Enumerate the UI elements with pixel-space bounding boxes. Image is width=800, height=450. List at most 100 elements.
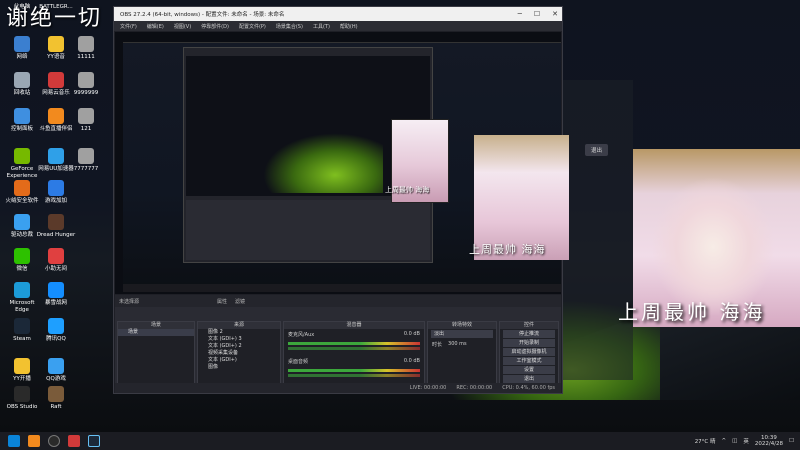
control-button[interactable]: 工作室模式	[503, 357, 555, 365]
transitions-header: 转场特效	[428, 322, 496, 329]
music-icon	[48, 72, 64, 88]
desktop-icon[interactable]: 9999999	[66, 72, 106, 97]
source-properties-bar: 未选择源 属性 滤镜	[115, 295, 561, 307]
desktop-icon[interactable]: QQ游戏	[36, 358, 76, 383]
desktop-icon-label: 121	[80, 126, 92, 132]
mixer-meter	[288, 347, 420, 350]
desktop-icon[interactable]: 腾讯QQ	[36, 318, 76, 343]
nested-desktop-capture: 上周最帅 海海 上周最帅 海海	[123, 42, 569, 292]
game-plus-icon	[48, 180, 64, 196]
weather-text[interactable]: 27°C 晴	[695, 437, 716, 445]
taskbar: 27°C 晴 ^ ◫ 英 10:39 2022/4/28 ☐	[0, 432, 800, 450]
douyu-icon	[48, 108, 64, 124]
folder-icon	[78, 36, 94, 52]
sources-panel: 来源 图像 2 文本 (GDI+) 3 文本 (GDI+) 2 视频采集设备 文本 (G…	[197, 321, 281, 389]
desktop-icon[interactable]: 游戏加加	[36, 180, 76, 205]
scene-item[interactable]: 场景	[118, 329, 194, 336]
duration-input[interactable]: 300 ms	[448, 341, 467, 348]
minimize-icon[interactable]: ─	[518, 10, 522, 18]
source-item[interactable]: 图像	[198, 364, 280, 371]
control-button[interactable]: 开始录制	[503, 339, 555, 347]
ime-indicator[interactable]: 英	[743, 437, 749, 445]
overlay-title: 谢绝一切	[6, 6, 103, 31]
transitions-panel: 转场特效 淡出 时长 300 ms	[427, 321, 497, 389]
desktop-icon[interactable]: 7777777	[66, 148, 106, 173]
source-item[interactable]: 视频采集设备	[198, 350, 280, 357]
nested-grass	[263, 133, 383, 193]
chevron-up-icon[interactable]: ^	[722, 438, 727, 444]
menu-item[interactable]: 停靠部件(D)	[201, 23, 229, 30]
desktop-icon-label: 暴雪战网	[44, 300, 67, 306]
source-item[interactable]: 文本 (GDI+) 2	[198, 343, 280, 350]
obs-status-bar: LIVE: 00:00:00 REC: 00:00:00 CPU: 0.4%, …	[115, 383, 561, 393]
desktop-icon[interactable]: 暴雪战网	[36, 282, 76, 307]
clock-date: 2022/4/28	[754, 441, 784, 447]
folder-icon	[78, 72, 94, 88]
menu-item[interactable]: 配置文件(P)	[239, 23, 266, 30]
nested-taskbar	[123, 284, 561, 292]
obs-dock: 未选择源 属性 滤镜 场景 场景 来源 图像 2 文本 (GDI+) 3 文本 (G…	[115, 295, 561, 393]
desktop-icon[interactable]: 121	[66, 108, 106, 133]
app-taskbar-icon[interactable]	[68, 435, 80, 447]
control-button[interactable]: 退出	[503, 375, 555, 383]
side-exit-button[interactable]: 退出	[585, 144, 609, 156]
control-button[interactable]: 停止推流	[503, 330, 555, 338]
desktop-icon-label: QQ游戏	[46, 376, 66, 382]
recycle-bin-icon	[14, 72, 30, 88]
menu-item[interactable]: 场景集合(S)	[276, 23, 303, 30]
menu-item[interactable]: 编辑(E)	[147, 23, 164, 30]
desktop-icon[interactable]: 11111	[66, 36, 106, 61]
mixer-channel-db: 0.0 dB	[403, 358, 420, 364]
desktop-icon-label: 11111	[77, 54, 95, 60]
desktop-icon[interactable]: Dread Hunger	[36, 214, 76, 239]
desktop-icon[interactable]: Raft	[36, 386, 76, 411]
raft-icon	[48, 386, 64, 402]
menu-item[interactable]: 视图(V)	[174, 23, 191, 30]
steam-icon	[14, 318, 30, 334]
network-icon[interactable]: ◫	[732, 438, 737, 444]
control-button[interactable]: 设置	[503, 366, 555, 374]
folder-icon	[78, 148, 94, 164]
menu-item[interactable]: 帮助(H)	[340, 23, 358, 30]
scenes-panel: 场景 场景	[117, 321, 195, 389]
sources-header: 来源	[198, 322, 280, 329]
source-item[interactable]: 图像 2	[198, 329, 280, 336]
obs-preview[interactable]: 上周最帅 海海 上周最帅 海海	[115, 32, 569, 294]
desktop-icon-label: 9999999	[73, 90, 99, 96]
windows-start-icon[interactable]	[8, 435, 20, 447]
control-button[interactable]: 启动虚拟摄像机	[503, 348, 555, 356]
driver-icon	[14, 214, 30, 230]
scenes-header: 场景	[118, 322, 194, 329]
obs-window: OBS 27.2.4 (64-bit, windows) - 配置文件: 未命名…	[113, 6, 569, 394]
caption-large: 上周最帅 海海	[618, 300, 766, 324]
notification-icon[interactable]: ☐	[789, 438, 794, 444]
menu-item[interactable]: 工具(T)	[313, 23, 330, 30]
mixer-meter	[288, 374, 420, 377]
clock[interactable]: 10:39 2022/4/28	[755, 435, 783, 447]
maximize-icon[interactable]: ☐	[534, 10, 540, 18]
desktop-icon[interactable]: 小助无间	[36, 248, 76, 273]
geforce-icon	[14, 148, 30, 164]
controls-panel: 控件 停止推流 开始录制 启动虚拟摄像机 工作室模式 设置 退出	[499, 321, 559, 389]
caption-medium: 上周最帅 海海	[469, 243, 546, 256]
controls-header: 控件	[500, 322, 558, 329]
filters-button[interactable]: 滤镜	[235, 298, 245, 305]
source-item[interactable]: 文本 (GDI+) 3	[198, 336, 280, 343]
wechat-icon	[14, 248, 30, 264]
uu-icon	[48, 148, 64, 164]
rec-status: REC: 00:00:00	[456, 385, 493, 391]
menu-item[interactable]: 文件(F)	[120, 23, 137, 30]
steam-taskbar-icon[interactable]	[88, 435, 100, 447]
yy-live-icon	[14, 358, 30, 374]
source-item[interactable]: 文本 (GDI+)	[198, 357, 280, 364]
douyu-taskbar-icon[interactable]	[28, 435, 40, 447]
close-icon[interactable]: ✕	[552, 10, 558, 18]
mixer-header: 混音器	[284, 322, 424, 329]
properties-button[interactable]: 属性	[217, 298, 227, 305]
folder-icon	[78, 108, 94, 124]
mixer-meter	[288, 369, 420, 372]
no-source-label: 未选择源	[119, 298, 140, 305]
obs-taskbar-icon[interactable]	[48, 435, 60, 447]
mixer-meter	[288, 342, 420, 345]
transition-select[interactable]: 淡出	[431, 330, 493, 338]
